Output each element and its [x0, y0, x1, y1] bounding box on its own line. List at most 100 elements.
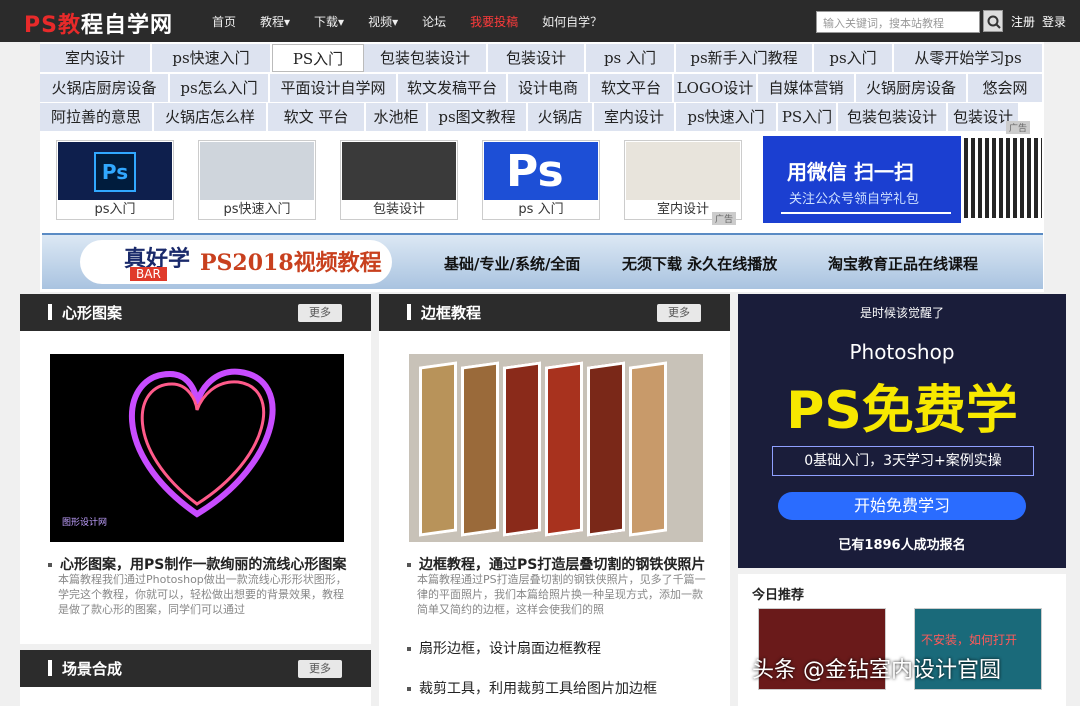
ironman-image[interactable] [409, 354, 703, 542]
nav-videos[interactable]: 视频▾ [368, 13, 398, 30]
tag-link[interactable]: PS入门 [778, 103, 838, 131]
thumb-caption: ps入门 [94, 202, 136, 217]
tag-link[interactable]: 水池柜 [366, 103, 428, 131]
tag-link[interactable]: 自媒体营销 [758, 74, 856, 102]
more-button[interactable]: 更多 [657, 304, 701, 322]
article-title[interactable]: 心形图案，用PS制作一款绚丽的流线心形图案 [48, 554, 346, 574]
tag-link[interactable]: 阿拉善的意思 [40, 103, 154, 131]
nav-submit[interactable]: 我要投稿 [470, 13, 518, 30]
search-icon [987, 15, 1001, 29]
thumb-interior[interactable]: 室内设计 [624, 140, 742, 220]
heart-icon [129, 368, 276, 518]
header-bar [407, 304, 411, 320]
article-desc: 本篇教程通过PS打造层叠切割的钢铁侠照片，见多了千篇一律的平面照片，我们本篇给照… [417, 573, 706, 616]
tag-link[interactable]: 设计电商 [508, 74, 590, 102]
tag-link[interactable]: 室内设计 [40, 44, 152, 72]
thumb-ps-start[interactable]: Ps ps 入门 [482, 140, 600, 220]
thumb-image [342, 142, 456, 200]
tag-link[interactable]: 软文平台 [590, 74, 674, 102]
promo-line-b: Photoshop [849, 340, 955, 364]
tag-link[interactable]: ps快速入门 [152, 44, 272, 72]
tag-link[interactable]: ps图文教程 [428, 103, 528, 131]
tag-link[interactable]: 包装包装设计 [838, 103, 948, 131]
thumb-caption: ps快速入门 [223, 202, 291, 217]
tag-row-3: 阿拉善的意思 火锅店怎么样 软文 平台 水池柜 ps图文教程 火锅店 室内设计 … [40, 103, 1020, 131]
tag-link[interactable]: ps怎么入门 [170, 74, 270, 102]
more-button[interactable]: 更多 [298, 304, 342, 322]
course-banner[interactable]: 真好学 BAR PS2018视频教程 基础/专业/系统/全面 无须下载 永久在线… [42, 233, 1043, 289]
today-picks: 今日推荐 不安装，如何打开 [738, 574, 1066, 706]
promo-line-d: 0基础入门，3天学习+案例实操 [772, 446, 1034, 476]
ps-logo-icon: Ps [506, 146, 564, 197]
panel-header: 场景合成 更多 [20, 650, 371, 687]
register-link[interactable]: 注册 [1011, 13, 1035, 30]
tag-link[interactable]: ps入门 [814, 44, 894, 72]
article-desc: 本篇教程我们通过Photoshop做出一款流线心形形状图形，学完这个教程，你就可… [58, 573, 347, 616]
promo-signups: 已有1896人成功报名 [838, 538, 966, 553]
panel-header: 心形图案 更多 [20, 294, 371, 331]
nav-howto[interactable]: 如何自学？ [542, 13, 602, 30]
tag-link-active[interactable]: PS入门 [272, 44, 364, 72]
start-learning-button[interactable]: 开始免费学习 [778, 492, 1026, 520]
nav-downloads[interactable]: 下载▾ [314, 13, 344, 30]
image-strip [461, 361, 499, 537]
tag-link[interactable]: 包装设计 [488, 44, 586, 72]
tag-link[interactable]: 平面设计自学网 [270, 74, 398, 102]
ad-label: 广告 [712, 212, 737, 225]
tag-link[interactable]: 火锅厨房设备 [856, 74, 968, 102]
thumb-image [626, 142, 740, 200]
tag-link[interactable]: 火锅店厨房设备 [40, 74, 170, 102]
bullet-icon [407, 647, 411, 651]
header-bar [48, 304, 52, 320]
article-title[interactable]: 边框教程，通过PS打造层叠切割的钢铁侠照片 [407, 554, 705, 574]
nav-home[interactable]: 首页 [212, 13, 236, 30]
image-strip [545, 361, 583, 537]
top-bar: PS教程自学网 首页 教程▾ 下载▾ 视频▾ 论坛 我要投稿 如何自学？ 输入关… [0, 0, 1080, 42]
promo-ad[interactable]: 是时候该觉醒了 Photoshop PS免费学 0基础入门，3天学习+案例实操 … [738, 294, 1066, 568]
search-input[interactable]: 输入关键词，搜本站教程 [816, 11, 980, 33]
bullet-icon [407, 687, 411, 691]
list-item[interactable]: 裁剪工具，利用裁剪工具给图片加边框 [407, 678, 657, 698]
search-button[interactable] [983, 10, 1003, 32]
tag-link[interactable]: 室内设计 [594, 103, 676, 131]
wechat-ad[interactable]: 用微信 扫一扫 关注公众号领自学礼包 [763, 136, 961, 223]
panel-title: 场景合成 [62, 660, 123, 678]
image-strip [587, 361, 625, 537]
tag-link[interactable]: 软文发稿平台 [398, 74, 508, 102]
banner-feature: 无须下载 永久在线播放 [622, 255, 778, 273]
tag-link[interactable]: 包装包装设计 [364, 44, 488, 72]
page-watermark: 头条 @金钻室内设计官圆 [752, 658, 1001, 683]
panel-title: 边框教程 [421, 304, 482, 322]
thumb-caption: ps 入门 [518, 202, 564, 217]
site-logo[interactable]: PS教程自学网 [24, 7, 173, 39]
login-link[interactable]: 登录 [1042, 13, 1066, 30]
promo-line-a: 是时候该觉醒了 [859, 306, 944, 320]
thumb-caption: 包装设计 [372, 202, 425, 217]
article-title-text: 边框教程，通过PS打造层叠切割的钢铁侠照片 [419, 557, 706, 573]
ad-headline: 用微信 扫一扫 [787, 160, 914, 184]
tag-link[interactable]: ps快速入门 [676, 103, 778, 131]
tag-link[interactable]: 火锅店怎么样 [154, 103, 268, 131]
thumb-ps-intro[interactable]: Ps ps入门 [56, 140, 174, 220]
list-item[interactable]: 扇形边框，设计扇面边框教程 [407, 638, 601, 658]
panel-title: 心形图案 [62, 304, 123, 322]
heart-image[interactable]: 图形设计网 [50, 354, 344, 542]
tag-link[interactable]: 悠会网 [968, 74, 1044, 102]
nav-forum[interactable]: 论坛 [422, 13, 446, 30]
tag-link[interactable]: ps新手入门教程 [676, 44, 814, 72]
tag-link[interactable]: ps 入门 [586, 44, 676, 72]
list-item-text: 扇形边框，设计扇面边框教程 [419, 641, 601, 657]
tag-link[interactable]: 从零开始学习ps [894, 44, 1044, 72]
tag-link[interactable]: 软文 平台 [268, 103, 366, 131]
tag-link[interactable]: LOGO设计 [674, 74, 758, 102]
nav-tutorials[interactable]: 教程▾ [260, 13, 290, 30]
banner-bar: BAR [130, 267, 167, 281]
more-button[interactable]: 更多 [298, 660, 342, 678]
tag-link[interactable]: 火锅店 [528, 103, 594, 131]
thumb-ps-quick[interactable]: ps快速入门 [198, 140, 316, 220]
main-nav: 首页 教程▾ 下载▾ 视频▾ 论坛 我要投稿 如何自学？ [212, 0, 626, 42]
tag-row-1: 室内设计 ps快速入门 PS入门 包装包装设计 包装设计 ps 入门 ps新手入… [40, 44, 1044, 72]
thumb-packaging[interactable]: 包装设计 [340, 140, 458, 220]
qr-code-icon [964, 138, 1042, 218]
image-strip [503, 361, 541, 537]
